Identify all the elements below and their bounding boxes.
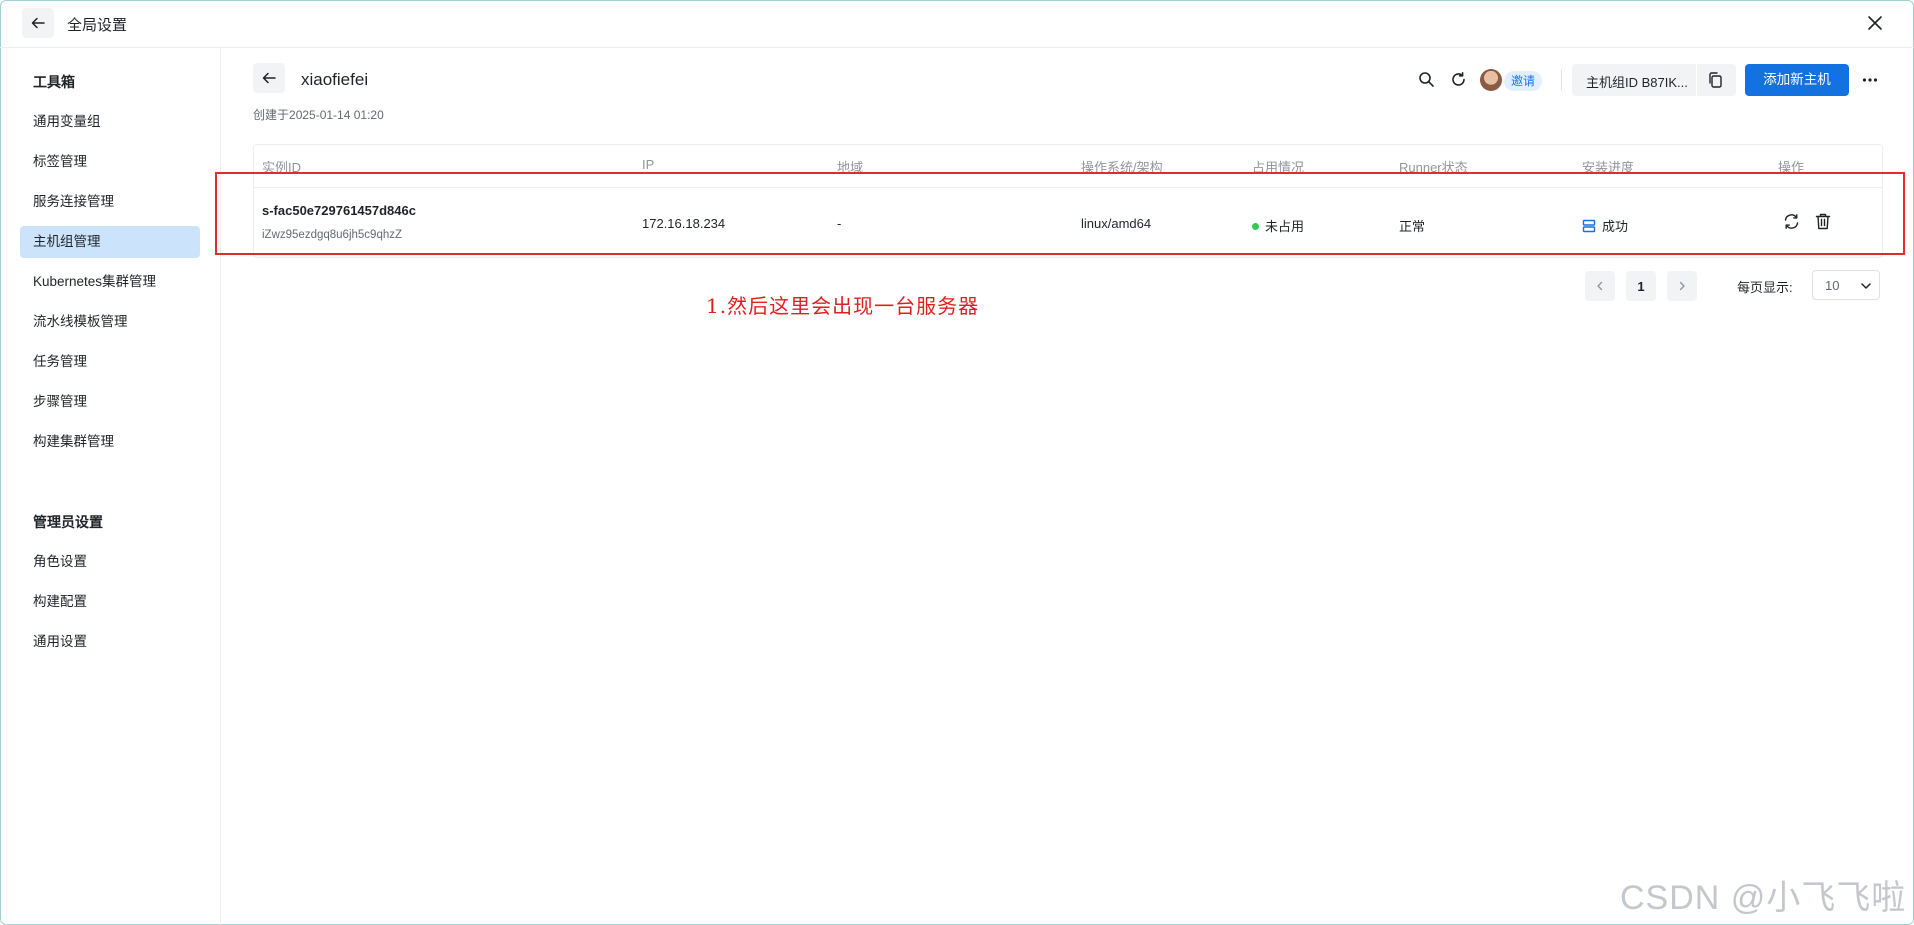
- sidebar-item-tags[interactable]: 标签管理: [20, 146, 200, 178]
- window-frame: [0, 0, 1914, 925]
- toolbar-divider: [1561, 70, 1562, 90]
- refresh-button[interactable]: [1447, 68, 1469, 90]
- annotation-text: 1.然后这里会出现一台服务器: [706, 294, 980, 318]
- sidebar-item-pipeline-templates[interactable]: 流水线模板管理: [20, 306, 200, 338]
- arrow-left-icon: [31, 17, 45, 29]
- close-icon: [1868, 16, 1882, 30]
- page-size-label: 每页显示:: [1737, 280, 1793, 295]
- search-icon: [1418, 71, 1434, 87]
- prev-page-button[interactable]: [1585, 271, 1615, 301]
- sidebar-group-toolbox: 工具箱: [33, 74, 75, 90]
- add-host-button[interactable]: 添加新主机: [1745, 64, 1849, 96]
- group-id-divider: [1696, 64, 1697, 96]
- sidebar-item-host-groups[interactable]: 主机组管理: [20, 226, 200, 258]
- page-title: xiaofiefei: [301, 70, 369, 89]
- window-back-button[interactable]: [22, 8, 54, 38]
- arrow-left-icon: [262, 72, 276, 84]
- sidebar-item-tasks[interactable]: 任务管理: [20, 346, 200, 378]
- search-button[interactable]: [1415, 68, 1437, 90]
- sidebar-item-steps[interactable]: 步骤管理: [20, 386, 200, 418]
- sidebar: 工具箱 通用变量组 标签管理 服务连接管理 主机组管理 Kubernetes集群…: [0, 48, 221, 925]
- created-value: 2025-01-14 01:20: [289, 108, 384, 122]
- back-button[interactable]: [253, 63, 285, 93]
- more-horizontal-icon: [1862, 78, 1878, 82]
- sidebar-item-kubernetes[interactable]: Kubernetes集群管理: [20, 266, 200, 298]
- sidebar-group-admin: 管理员设置: [33, 514, 103, 530]
- refresh-icon: [1451, 71, 1465, 86]
- window-title: 全局设置: [67, 17, 128, 34]
- next-page-button[interactable]: [1667, 271, 1697, 301]
- watermark: CSDN @小飞飞啦: [1620, 879, 1907, 917]
- copy-icon: [1709, 72, 1722, 88]
- sidebar-item-roles[interactable]: 角色设置: [20, 546, 200, 578]
- chevron-left-icon: [1597, 281, 1603, 291]
- avatar[interactable]: [1480, 69, 1502, 91]
- column-header-ip: IP: [642, 157, 655, 172]
- page-number-button[interactable]: 1: [1626, 271, 1656, 301]
- group-id-field: 主机组ID B87IK...: [1572, 64, 1736, 96]
- invite-badge[interactable]: 邀请: [1504, 71, 1542, 91]
- highlight-box: [215, 172, 1905, 255]
- title-bar: 全局设置: [0, 0, 1914, 48]
- sidebar-item-variable-groups[interactable]: 通用变量组: [20, 106, 200, 138]
- more-button[interactable]: [1858, 68, 1882, 92]
- page-size-select[interactable]: 10: [1812, 270, 1880, 300]
- copy-button[interactable]: [1706, 71, 1726, 89]
- created-prefix: 创建于: [253, 108, 290, 122]
- sidebar-item-build-config[interactable]: 构建配置: [20, 586, 200, 618]
- chevron-down-icon: [1861, 283, 1871, 289]
- group-id-label: 主机组ID B87IK...: [1586, 75, 1688, 90]
- sidebar-item-general-settings[interactable]: 通用设置: [20, 626, 200, 658]
- sidebar-item-service-connections[interactable]: 服务连接管理: [20, 186, 200, 218]
- page-size-value: 10: [1825, 278, 1840, 293]
- created-time: 创建于2025-01-14 01:20: [253, 106, 384, 123]
- chevron-right-icon: [1679, 281, 1685, 291]
- window-close-button[interactable]: [1862, 10, 1888, 36]
- sidebar-item-build-clusters[interactable]: 构建集群管理: [20, 426, 200, 458]
